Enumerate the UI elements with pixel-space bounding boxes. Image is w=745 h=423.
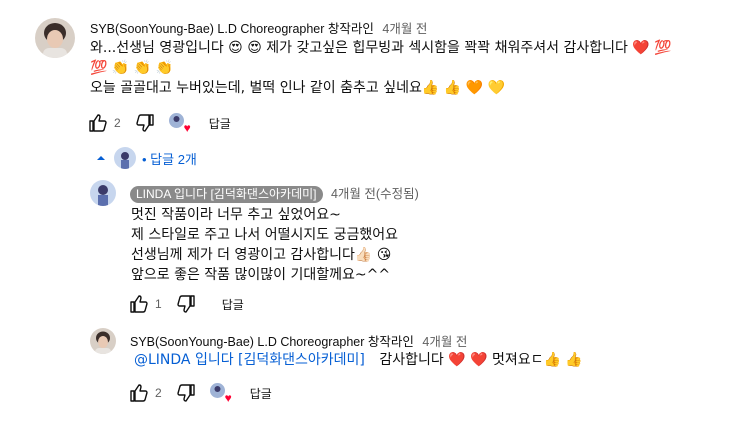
channel-name: 창작라인 bbox=[367, 335, 414, 349]
avatar-linda[interactable] bbox=[90, 180, 116, 206]
reply-time[interactable]: 4개월 전(수정됨) bbox=[331, 187, 419, 201]
reply-text: @LINDA 입니다 [김덕화댄스아카데미] 감사합니다 ❤️ ❤️ 멋져요ㄷ👍… bbox=[134, 350, 583, 370]
avatar-syb-small[interactable] bbox=[90, 328, 116, 354]
reply-line: 감사합니다 ❤️ ❤️ 멋져요ㄷ👍 👍 bbox=[379, 352, 583, 368]
reply-line: 앞으로 좋은 작품 많이많이 기대할께요~^^ bbox=[131, 267, 391, 283]
like-icon[interactable] bbox=[129, 383, 149, 403]
reply-header: LINDA 입니다 [김덕화댄스아카데미] 4개월 전(수정됨) bbox=[130, 183, 419, 203]
dislike-icon[interactable] bbox=[176, 383, 196, 403]
reply-button[interactable]: 답글 bbox=[250, 385, 272, 402]
reply-button[interactable]: 답글 bbox=[209, 115, 231, 132]
caret-up-icon bbox=[97, 156, 105, 160]
creator-heart-icon: ♥ bbox=[168, 113, 191, 134]
comment-line: 와...선생님 영광입니다 😍 😍 제가 갖고싶은 힙무빙과 섹시함을 꽉꽉 채… bbox=[90, 40, 672, 56]
mention-link[interactable]: @LINDA 입니다 [김덕화댄스아카데미] bbox=[134, 352, 365, 368]
dislike-icon[interactable] bbox=[135, 113, 155, 133]
comment-actions: 2 ♥ 답글 bbox=[88, 111, 231, 135]
comment-text: 와...선생님 영광입니다 😍 😍 제가 갖고싶은 힙무빙과 섹시함을 꽉꽉 채… bbox=[90, 38, 672, 98]
replies-count[interactable]: • 답글 2개 bbox=[142, 149, 197, 168]
reply-header: SYB(SoonYoung-Bae) L.D Choreographer 창작라… bbox=[130, 331, 467, 350]
comment-time[interactable]: 4개월 전 bbox=[382, 22, 427, 36]
author-name[interactable]: SYB(SoonYoung-Bae) L.D Choreographer bbox=[90, 22, 324, 36]
replies-toggle[interactable]: • 답글 2개 bbox=[96, 147, 197, 169]
channel-name: 창작라인 bbox=[327, 22, 374, 36]
comment-line: 💯 👏 👏 👏 bbox=[90, 60, 174, 76]
author-chip[interactable]: LINDA 입니다 [김덕화댄스아카데미] bbox=[130, 186, 323, 203]
creator-heart-icon: ♥ bbox=[209, 383, 232, 404]
reply-line: 선생님께 제가 더 영광이고 감사합니다👍🏻 😘 bbox=[131, 247, 392, 263]
avatar-linda-small bbox=[114, 147, 136, 169]
like-count: 1 bbox=[155, 297, 162, 311]
reply-actions: 1 답글 bbox=[129, 292, 244, 316]
like-icon[interactable] bbox=[129, 294, 149, 314]
dislike-icon[interactable] bbox=[176, 294, 196, 314]
avatar-syb[interactable] bbox=[35, 18, 75, 58]
comment-line: 오늘 골골대고 누버있는데, 벌떡 인나 같이 춤추고 싶네요👍 👍 🧡 💛 bbox=[90, 80, 505, 96]
author-name[interactable]: SYB(SoonYoung-Bae) L.D Choreographer bbox=[130, 335, 364, 349]
like-count: 2 bbox=[155, 386, 162, 400]
reply-text: 멋진 작품이라 너무 추고 싶었어요~ 제 스타일로 주고 나서 어떨시지도 궁… bbox=[131, 205, 398, 285]
reply-line: 제 스타일로 주고 나서 어떨시지도 궁금했어요 bbox=[131, 227, 398, 243]
reply-actions: 2 ♥ 답글 bbox=[129, 381, 272, 405]
reply-line: 멋진 작품이라 너무 추고 싶었어요~ bbox=[131, 207, 341, 223]
like-count: 2 bbox=[114, 116, 121, 130]
comment-header: SYB(SoonYoung-Bae) L.D Choreographer 창작라… bbox=[90, 18, 427, 37]
reply-button[interactable]: 답글 bbox=[222, 296, 244, 313]
like-icon[interactable] bbox=[88, 113, 108, 133]
reply-time[interactable]: 4개월 전 bbox=[422, 335, 467, 349]
